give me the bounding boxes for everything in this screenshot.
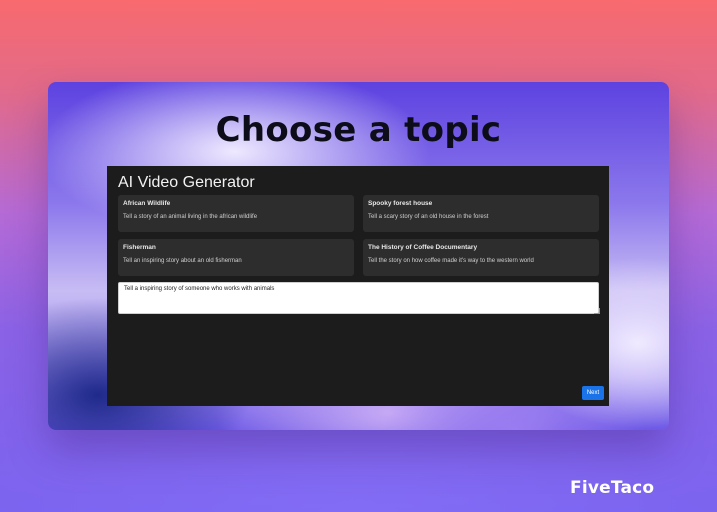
topic-description: Tell the story on how coffee made it's w… bbox=[368, 258, 534, 264]
brand-logo: FiveTaco bbox=[570, 478, 655, 498]
prompt-textarea[interactable]: Tell a inspiring story of someone who wo… bbox=[118, 282, 599, 314]
topic-title: Spooky forest house bbox=[368, 200, 433, 207]
topic-card-african-wildlife[interactable]: African Wildlife Tell a story of an anim… bbox=[118, 195, 354, 232]
topic-title: The History of Coffee Documentary bbox=[368, 244, 478, 251]
page-heading: Choose a topic bbox=[215, 110, 502, 150]
resize-handle-icon[interactable] bbox=[594, 308, 600, 314]
topic-description: Tell a story of an animal living in the … bbox=[123, 214, 258, 220]
topic-title: Fisherman bbox=[123, 244, 156, 251]
topic-card-history-of-coffee[interactable]: The History of Coffee Documentary Tell t… bbox=[363, 239, 599, 276]
topic-description: Tell an inspiring story about an old fis… bbox=[123, 258, 242, 264]
hero-card: Choose a topic AI Video Generator Africa… bbox=[48, 82, 669, 430]
topic-title: African Wildlife bbox=[123, 200, 171, 207]
topic-card-spooky-forest-house[interactable]: Spooky forest house Tell a scary story o… bbox=[363, 195, 599, 232]
app-title: AI Video Generator bbox=[118, 174, 255, 191]
app-window: AI Video Generator African Wildlife Tell… bbox=[107, 166, 609, 406]
next-button[interactable]: Next bbox=[582, 386, 604, 400]
topic-description: Tell a scary story of an old house in th… bbox=[368, 214, 489, 220]
topic-card-fisherman[interactable]: Fisherman Tell an inspiring story about … bbox=[118, 239, 354, 276]
